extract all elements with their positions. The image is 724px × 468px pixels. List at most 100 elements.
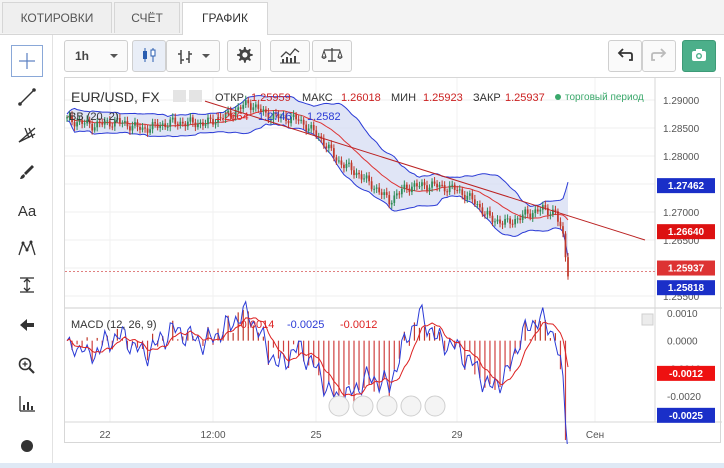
brush-icon[interactable] <box>11 156 43 188</box>
candle-body <box>554 209 557 212</box>
candle-body <box>335 157 338 161</box>
candle-body <box>526 209 529 214</box>
candle-body <box>456 189 459 191</box>
candle-body <box>209 117 212 119</box>
candle-body <box>141 127 144 130</box>
tab-account[interactable]: СЧЁТ <box>114 2 180 33</box>
candle-body <box>300 119 303 121</box>
settings-button[interactable] <box>227 40 261 72</box>
candle-body <box>111 126 114 128</box>
candle-body <box>473 199 476 205</box>
candle-body <box>297 119 300 121</box>
compare-button[interactable] <box>312 40 352 72</box>
candle-body <box>438 184 441 188</box>
crosshair-icon[interactable] <box>11 45 43 77</box>
time-axis-label: 29 <box>451 430 463 441</box>
playback-add-button[interactable] <box>400 395 422 417</box>
candle-body <box>207 117 209 125</box>
candle-body <box>461 189 464 195</box>
candle-body <box>204 124 207 126</box>
candle-body <box>353 170 355 176</box>
playback-pause-button[interactable] <box>352 395 374 417</box>
bb-value-mid: 1.2664 <box>215 111 249 123</box>
camera-icon <box>690 46 708 67</box>
candle-body <box>169 119 172 127</box>
candle-body <box>121 122 124 124</box>
candle-body <box>302 119 305 125</box>
candle-body <box>171 117 174 120</box>
price-tag-last: 1.25937 <box>668 264 705 275</box>
time-axis-label: Сен <box>586 430 604 441</box>
playback-reset-button[interactable] <box>376 395 398 417</box>
candle-body <box>124 120 126 123</box>
trend-line-icon[interactable] <box>11 81 43 113</box>
time-axis-label: 12:00 <box>200 430 225 441</box>
candle-body <box>501 223 504 225</box>
price-axis-label: 1.29000 <box>663 96 700 107</box>
candle-body <box>448 185 451 193</box>
candle-body <box>199 122 202 124</box>
candle-body <box>186 121 189 127</box>
indicators-button[interactable] <box>270 40 310 72</box>
candle-body <box>476 204 479 206</box>
undo-button[interactable] <box>608 40 642 72</box>
candle-body <box>343 164 345 169</box>
playback-rewind-button[interactable] <box>328 395 350 417</box>
tab-chart[interactable]: ГРАФИК <box>182 2 268 35</box>
candle-body <box>544 205 547 208</box>
candle-body <box>161 123 164 126</box>
text-tool-icon[interactable]: Aa <box>11 195 43 227</box>
session-label: торговый период <box>565 92 644 103</box>
timeframe-select[interactable]: 1h <box>64 40 128 72</box>
candle-body <box>252 107 255 110</box>
candle-body <box>242 105 245 109</box>
candle-body <box>237 107 240 111</box>
candle-body <box>154 122 156 124</box>
candle-body <box>358 172 360 175</box>
candle-body <box>181 121 184 124</box>
screenshot-button[interactable] <box>682 40 716 72</box>
macd-tag-macd: -0.0025 <box>669 411 703 422</box>
candle-body <box>146 128 149 133</box>
more-tools-icon[interactable] <box>11 428 43 460</box>
candle-body <box>179 121 182 126</box>
fib-fan-icon[interactable] <box>11 118 43 150</box>
redo-button[interactable] <box>642 40 676 72</box>
candle-body <box>529 213 532 218</box>
price-axis-label: 1.27000 <box>663 208 700 219</box>
candle-body <box>453 184 456 190</box>
ohlc-text-6: ЗАКР <box>473 92 501 104</box>
chart-style-select[interactable] <box>166 40 220 72</box>
candle-body <box>479 204 481 208</box>
candle-body <box>93 127 96 131</box>
candle-body <box>416 183 418 187</box>
price-axis-label: 1.28500 <box>663 124 700 135</box>
candle-body <box>436 183 438 188</box>
zoom-in-icon[interactable] <box>11 350 43 382</box>
candles-button[interactable] <box>132 40 166 72</box>
price-axis-label: 1.28000 <box>663 152 700 163</box>
candle-body <box>373 188 376 190</box>
candle-body <box>101 122 104 125</box>
candle-body <box>365 175 368 179</box>
candle-body <box>504 218 506 225</box>
bottom-strip <box>0 463 724 468</box>
back-arrow-icon[interactable] <box>11 309 43 341</box>
macd-value-macd: -0.0025 <box>287 319 324 331</box>
chart-canvas[interactable]: 1.290001.285001.280001.275001.270001.265… <box>65 78 722 453</box>
indicators-icon <box>279 46 301 67</box>
price-tag-upper: 1.27462 <box>668 181 705 192</box>
candle-body <box>166 126 169 128</box>
playback-forward-button[interactable] <box>424 395 446 417</box>
ohlc-text-5: 1.25923 <box>423 92 463 104</box>
bb-label: BB (20, 2) <box>69 111 119 123</box>
pattern-icon[interactable] <box>11 232 43 264</box>
chart-area[interactable]: 1.290001.285001.280001.275001.270001.265… <box>64 77 722 453</box>
candle-body <box>443 185 446 192</box>
tab-quotes[interactable]: КОТИРОВКИ <box>2 2 112 33</box>
candle-body <box>463 194 466 200</box>
macd-axis-label: 0.0000 <box>667 337 698 348</box>
candle-body <box>509 218 511 224</box>
measure-icon[interactable] <box>11 269 43 301</box>
ruler-icon[interactable] <box>11 388 43 420</box>
